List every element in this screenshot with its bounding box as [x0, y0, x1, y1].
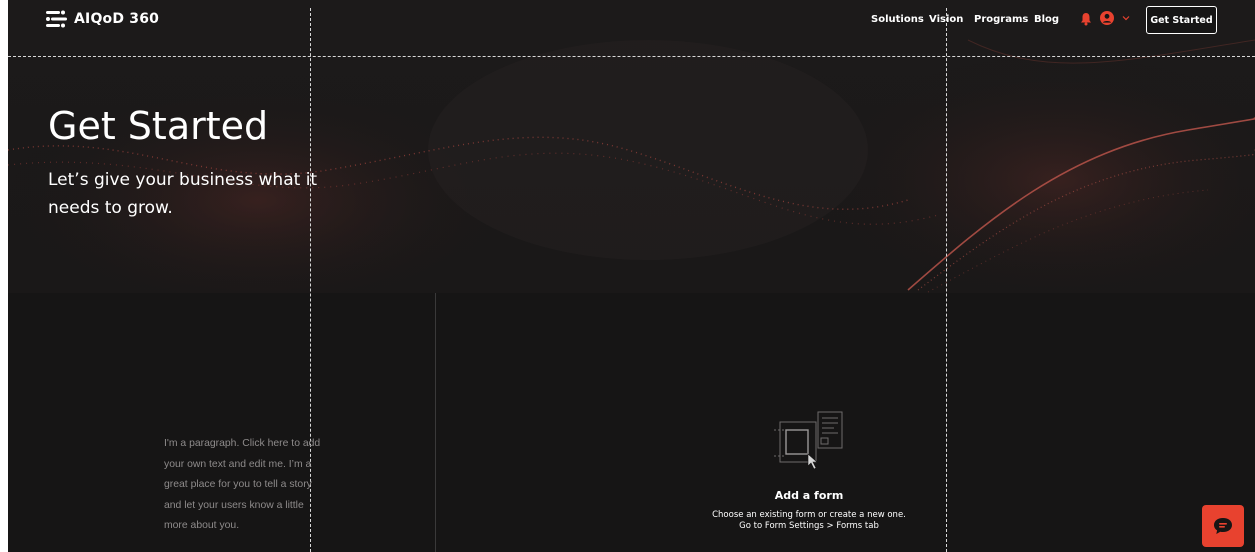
- logo-icon: [46, 10, 67, 28]
- brand-logo[interactable]: AIQoD 360: [46, 10, 159, 28]
- form-illustration-icon: [774, 411, 843, 470]
- add-form-description: Choose an existing form or create a new …: [608, 510, 1010, 532]
- chat-button[interactable]: [1202, 505, 1244, 547]
- bell-icon[interactable]: [1080, 12, 1092, 26]
- hero-title: Get Started: [48, 104, 269, 148]
- add-form-line-1: Choose an existing form or create a new …: [712, 510, 906, 520]
- chat-icon: [1214, 518, 1232, 534]
- site-header: AIQoD 360 Solutions Vision Programs Blog…: [8, 0, 1255, 44]
- add-form-line-2: Go to Form Settings > Forms tab: [739, 521, 879, 531]
- nav-blog[interactable]: Blog: [1034, 14, 1059, 25]
- guide-line-horizontal: [8, 56, 1255, 57]
- placeholder-paragraph[interactable]: I'm a paragraph. Click here to add your …: [164, 434, 322, 537]
- nav-solutions[interactable]: Solutions: [871, 14, 924, 25]
- nav-programs[interactable]: Programs: [974, 14, 1028, 25]
- add-form-title: Add a form: [774, 489, 844, 502]
- user-icon[interactable]: [1100, 11, 1114, 25]
- chevron-down-icon[interactable]: [1121, 13, 1131, 23]
- page: AIQoD 360 Solutions Vision Programs Blog…: [8, 0, 1255, 552]
- get-started-button[interactable]: Get Started: [1146, 6, 1217, 34]
- hero-subtitle: Let’s give your business what it needs t…: [48, 170, 318, 218]
- guide-line-right: [946, 8, 947, 552]
- brand-name: AIQoD 360: [74, 11, 160, 27]
- column-divider: [435, 293, 436, 552]
